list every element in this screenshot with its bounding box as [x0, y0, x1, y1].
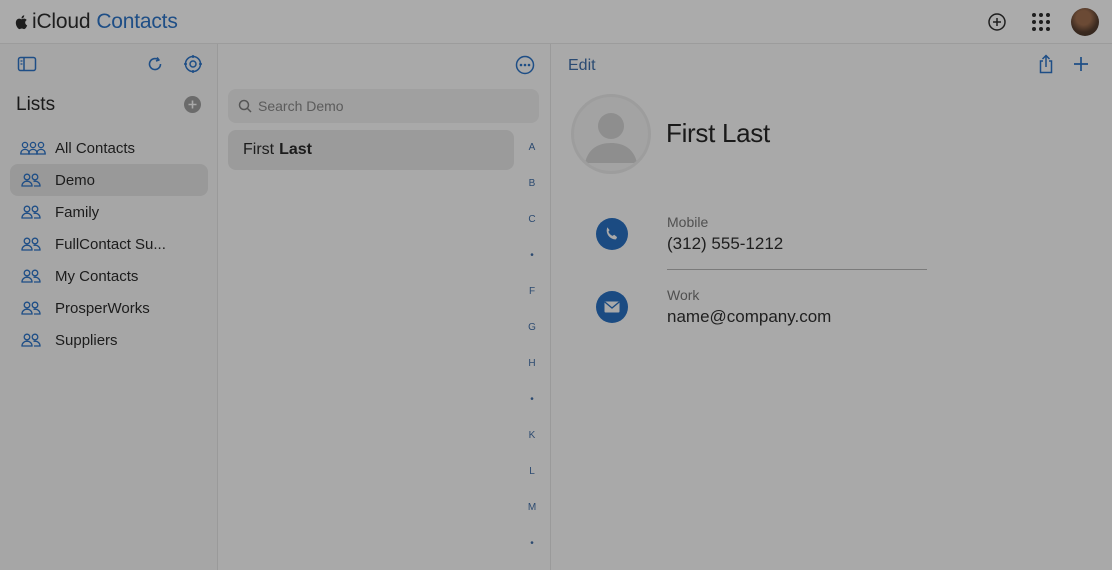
lists: All Contacts Demo Family FullContact Su.…	[10, 132, 208, 356]
alphabet-index: A B C • F G H • K L M •	[523, 140, 541, 570]
contact-name: First Last	[666, 118, 770, 148]
sidebar-item-label: Family	[55, 203, 100, 221]
sidebar-item-my-contacts[interactable]: My Contacts	[10, 260, 208, 292]
new-contact-button[interactable]	[1070, 53, 1094, 77]
index-letter[interactable]: •	[523, 392, 541, 428]
index-letter[interactable]: A	[523, 140, 541, 176]
app-name: Contacts	[96, 10, 178, 33]
more-options-button[interactable]	[514, 54, 536, 76]
lists-heading: Lists	[16, 94, 56, 115]
group-icon	[20, 331, 46, 349]
index-letter[interactable]: L	[523, 464, 541, 500]
search-icon	[238, 99, 252, 113]
share-icon	[1039, 54, 1053, 74]
group-icon	[20, 299, 46, 317]
mail-icon	[596, 291, 628, 323]
index-letter[interactable]: K	[523, 428, 541, 464]
contact-row[interactable]: First Last	[228, 130, 514, 170]
sidebar-item-fullcontact[interactable]: FullContact Su...	[10, 228, 208, 260]
search-bar	[228, 89, 539, 123]
apple-logo-icon	[15, 15, 28, 30]
sidebar-item-label: All Contacts	[55, 139, 136, 157]
contact-list-pane: First Last A B C • F G H • K L M •	[218, 44, 551, 570]
ellipsis-circle-icon	[515, 55, 535, 75]
field-divider	[667, 269, 927, 270]
sidebar-item-family[interactable]: Family	[10, 196, 208, 228]
app-grid-icon[interactable]	[1026, 7, 1056, 37]
share-button[interactable]	[1035, 53, 1059, 77]
index-letter[interactable]: C	[523, 212, 541, 248]
contact-last-name: Last	[279, 141, 313, 158]
edit-button[interactable]: Edit	[568, 57, 596, 75]
contact-first-name: First	[243, 141, 275, 158]
contact-detail-pane: Edit First Last Mobile (312) 555-1212 Wo…	[551, 44, 1112, 570]
sidebar-item-label: My Contacts	[55, 267, 139, 285]
account-avatar[interactable]	[1070, 7, 1100, 37]
field-value: (312) 555-1212	[667, 234, 784, 253]
index-letter[interactable]: M	[523, 500, 541, 536]
index-letter[interactable]: •	[523, 248, 541, 284]
sidebar-item-demo[interactable]: Demo	[10, 164, 208, 196]
sidebar-item-all-contacts[interactable]: All Contacts	[10, 132, 208, 164]
sidebar-item-label: Suppliers	[55, 331, 118, 349]
field-label: Work	[667, 287, 700, 303]
group-icon	[20, 267, 46, 285]
app-brand[interactable]: iCloud Contacts	[14, 10, 178, 34]
settings-icon[interactable]	[182, 53, 204, 75]
sidebar-item-label: FullContact Su...	[55, 235, 166, 253]
plus-icon	[1074, 57, 1088, 71]
all-contacts-group-icon	[20, 139, 46, 157]
index-letter[interactable]: G	[523, 320, 541, 356]
index-letter[interactable]: B	[523, 176, 541, 212]
top-bar: iCloud Contacts	[0, 0, 1112, 44]
sidebar-toggle-icon[interactable]	[16, 53, 38, 75]
person-silhouette-icon	[585, 113, 637, 163]
contact-avatar[interactable]	[571, 94, 651, 174]
sidebar-item-suppliers[interactable]: Suppliers	[10, 324, 208, 356]
brand-name: iCloud	[32, 10, 91, 33]
avatar	[1071, 8, 1099, 36]
group-icon	[20, 203, 46, 221]
index-letter[interactable]: H	[523, 356, 541, 392]
plus-icon	[188, 100, 197, 109]
add-circle-icon[interactable]	[982, 7, 1012, 37]
index-letter[interactable]: •	[523, 536, 541, 570]
field-label: Mobile	[667, 214, 709, 230]
add-list-button[interactable]	[184, 96, 201, 113]
sidebar: Lists All Contacts Demo Family FullConta…	[0, 44, 218, 570]
index-letter[interactable]: F	[523, 284, 541, 320]
sidebar-item-prosperworks[interactable]: ProsperWorks	[10, 292, 208, 324]
sidebar-item-label: ProsperWorks	[55, 299, 150, 317]
field-value: name@company.com	[667, 307, 832, 326]
group-icon	[20, 171, 46, 189]
sidebar-item-label: Demo	[55, 171, 96, 189]
refresh-icon[interactable]	[144, 53, 166, 75]
phone-icon	[596, 218, 628, 250]
group-icon	[20, 235, 46, 253]
search-input[interactable]	[258, 98, 518, 114]
